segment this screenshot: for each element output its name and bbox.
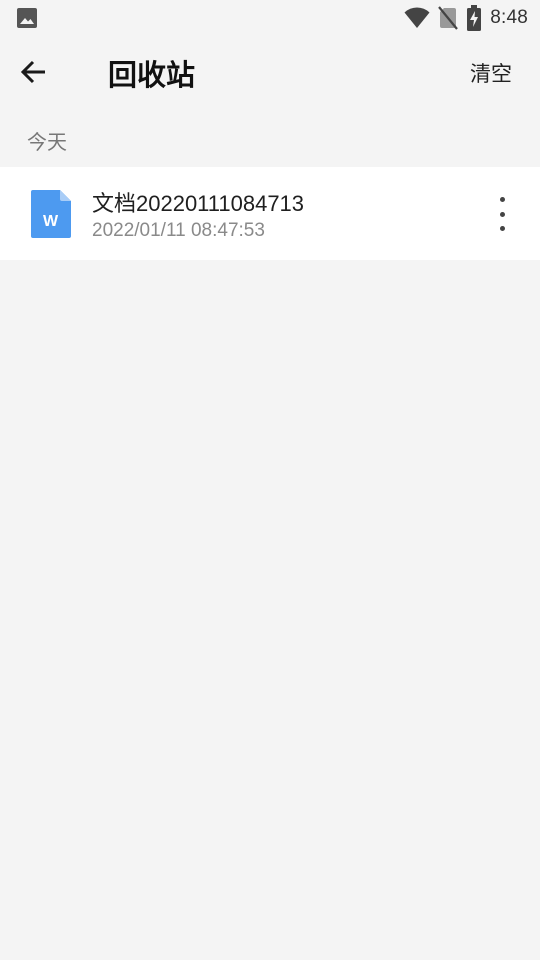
back-button[interactable] xyxy=(20,54,64,90)
battery-charging-icon xyxy=(466,5,482,31)
file-date: 2022/01/11 08:47:53 xyxy=(92,220,265,241)
section-label: 今天 xyxy=(27,130,67,154)
word-document-icon: W xyxy=(31,190,73,238)
status-time: 8:48 xyxy=(490,7,528,28)
list-item[interactable]: W 文档20220111084713 2022/01/11 08:47:53 xyxy=(0,167,540,260)
file-list: W 文档20220111084713 2022/01/11 08:47:53 xyxy=(0,167,540,260)
more-vertical-icon[interactable] xyxy=(488,197,516,231)
no-sim-icon xyxy=(438,6,459,30)
image-icon xyxy=(16,7,38,29)
clear-button[interactable]: 清空 xyxy=(470,58,512,88)
wifi-icon xyxy=(404,7,430,29)
doc-icon-letter: W xyxy=(43,213,59,230)
file-name: 文档20220111084713 xyxy=(92,191,305,216)
page-title: 回收站 xyxy=(108,58,196,92)
status-bar: 8:48 xyxy=(0,0,540,36)
arrow-left-icon xyxy=(20,60,45,84)
app-bar: 回收站 清空 xyxy=(0,36,540,108)
section-header-today: 今天 xyxy=(0,108,540,166)
